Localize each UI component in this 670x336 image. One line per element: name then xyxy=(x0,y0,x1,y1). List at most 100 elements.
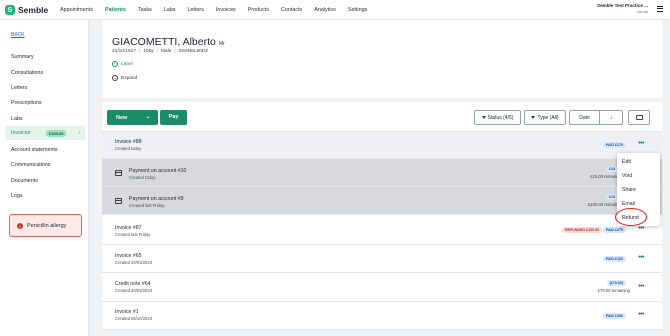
sidebar-item-consultations[interactable]: Consultations xyxy=(11,70,43,76)
patient-age: 105y xyxy=(143,49,154,54)
sidebar-item-communications[interactable]: Communications xyxy=(11,162,50,168)
row-subtitle: Created last Friday xyxy=(129,203,165,208)
list-item[interactable]: Payment on account #9 Created last Frida… xyxy=(102,187,662,215)
new-button-label: New xyxy=(116,114,128,121)
status-badge: PAID £100 xyxy=(602,256,626,262)
nav-products[interactable]: Products xyxy=(246,4,271,16)
sidebar-item-logs[interactable]: Logs xyxy=(11,193,23,199)
logo-mark-icon: S xyxy=(5,5,15,15)
list-item[interactable]: Credit note #64 Created 20/03/2023 (£70.… xyxy=(102,273,662,302)
sidebar-item-letters[interactable]: Letters xyxy=(11,85,27,91)
patient-meta: 21/10/1917 | 105y | Male | SS9N6L80DZ xyxy=(112,49,209,54)
semble-logo[interactable]: S Semble xyxy=(5,4,48,16)
more-options-icon[interactable]: ••• xyxy=(638,140,644,147)
row-title: Invoice #65 xyxy=(115,253,142,259)
status-badge: PAID £170 xyxy=(602,142,626,148)
row-title: Payment on account #10 xyxy=(129,168,187,174)
row-title: Credit note #64 xyxy=(115,281,151,287)
patient-header-card: GIACOMETTI, Alberto Mr 21/10/1917 | 105y | Ma… xyxy=(102,20,662,98)
alert-icon: ! xyxy=(17,223,23,229)
more-options-icon[interactable]: ••• xyxy=(638,283,644,290)
remaining-amount: £100.00 remaini xyxy=(587,202,618,207)
columns-settings-button[interactable] xyxy=(628,110,650,125)
status-filter-button[interactable]: Status (4/5) xyxy=(474,110,521,125)
hamburger-menu-icon[interactable] xyxy=(657,6,663,12)
list-item[interactable]: Invoice #87 Created last Friday REFUNDED… xyxy=(102,215,662,245)
patient-title: Mr xyxy=(218,41,225,47)
practice-switcher[interactable]: Semble Test Practice ... ola.ola xyxy=(597,3,648,14)
nav-settings[interactable]: Settings xyxy=(346,4,369,16)
list-item[interactable]: Invoice #65 Created 20/03/2023 PAID £100… xyxy=(102,245,662,273)
wallet-icon xyxy=(115,170,122,176)
nav-letters[interactable]: Letters xyxy=(185,4,205,16)
sort-direction-button[interactable]: ↓ xyxy=(599,110,623,125)
list-item[interactable]: Invoice #1 Created 06/10/2023 PAID £350 … xyxy=(102,302,662,330)
nav-analytics[interactable]: Analytics xyxy=(312,4,338,16)
row-subtitle: Created 20/03/2023 xyxy=(115,288,153,293)
remaining-amount: £70.00 remaining xyxy=(597,288,630,293)
row-subtitle: Created today xyxy=(129,175,156,180)
patient-name: GIACOMETTI, Alberto Mr xyxy=(112,36,225,48)
nav-tasks[interactable]: Tasks xyxy=(136,4,154,16)
sidebar-item-account-statements[interactable]: Account statements xyxy=(11,147,58,153)
row-subtitle: Created 06/10/2023 xyxy=(115,316,153,321)
patient-sex: Male xyxy=(160,49,172,54)
sidebar-item-invoices[interactable]: Invoices £165.00 › xyxy=(5,126,85,140)
allergy-alert[interactable]: ! Penicillin allergy xyxy=(9,214,82,237)
row-title: Invoice #1 xyxy=(115,309,139,315)
more-options-icon[interactable]: ••• xyxy=(638,311,644,318)
sort-date-button[interactable]: Date xyxy=(569,110,600,125)
back-link[interactable]: BACK xyxy=(11,32,25,38)
menu-item-email[interactable]: Email xyxy=(622,201,635,207)
wallet-icon xyxy=(115,198,122,204)
invoices-balance-badge: £165.00 xyxy=(46,129,67,137)
status-badge: PAID £350 xyxy=(602,313,626,319)
nav-contacts[interactable]: Contacts xyxy=(279,4,304,16)
list-item[interactable]: Payment on account #10 Created today £15… xyxy=(102,159,662,187)
menu-item-share[interactable]: Share xyxy=(622,187,636,193)
remaining-amount: £15.00 remaini xyxy=(590,174,618,179)
refund-highlight-circle xyxy=(615,208,647,226)
sidebar-item-documents[interactable]: Documents xyxy=(11,178,38,184)
filter-icon xyxy=(481,116,486,119)
refunded-badge: REFUNDED £150.00 xyxy=(562,227,602,233)
filter-icon xyxy=(531,116,536,119)
nav-appointments[interactable]: Appointments xyxy=(58,4,95,16)
allergy-text: Penicillin allergy xyxy=(27,223,67,229)
chevron-right-icon: › xyxy=(78,129,80,136)
more-options-icon[interactable]: ••• xyxy=(638,254,644,261)
top-navigation-bar: S Semble Appointments Patients Tasks Lab… xyxy=(0,0,670,20)
logo-text: Semble xyxy=(18,5,49,15)
sidebar-item-labs[interactable]: Labs xyxy=(11,116,23,122)
grid-icon xyxy=(635,115,643,120)
sort-date-label: Date xyxy=(579,114,590,121)
plus-icon: + xyxy=(112,60,118,67)
patient-sidebar: BACK Summary Consultations Letters Presc… xyxy=(0,20,89,336)
nav-invoices[interactable]: Invoices xyxy=(214,4,238,16)
pay-button[interactable]: Pay xyxy=(160,110,187,125)
status-badge: (£70.00) xyxy=(606,280,626,286)
chevron-down-icon: ⌄ xyxy=(112,74,118,81)
row-title: Payment on account #9 xyxy=(129,196,184,202)
menu-item-void[interactable]: Void xyxy=(622,173,632,179)
menu-item-edit[interactable]: Edit xyxy=(622,159,631,165)
expand-link[interactable]: ⌄ Expand xyxy=(112,75,137,81)
sidebar-item-prescriptions[interactable]: Prescriptions xyxy=(11,100,42,106)
more-options-icon[interactable]: ••• xyxy=(638,225,644,232)
patient-name-text: GIACOMETTI, Alberto xyxy=(112,36,216,48)
row-subtitle: Created today xyxy=(115,146,142,151)
status-filter-label: Status (4/5) xyxy=(487,114,514,121)
sidebar-item-summary[interactable]: Summary xyxy=(11,54,34,60)
practice-name: Semble Test Practice ... xyxy=(597,3,648,8)
arrow-down-icon: ↓ xyxy=(609,114,613,121)
new-button[interactable]: New ⌄ xyxy=(107,110,158,125)
nav-labs[interactable]: Labs xyxy=(162,4,178,16)
type-filter-button[interactable]: Type (All) xyxy=(524,110,566,125)
add-label-link[interactable]: + Label xyxy=(112,61,133,67)
list-item[interactable]: Invoice #88 Created today PAID £170 ••• xyxy=(102,132,662,159)
patient-id: SS9N6L80DZ xyxy=(178,49,209,54)
status-badge: PAID £270 xyxy=(602,227,626,233)
patient-dob: 21/10/1917 xyxy=(112,49,137,54)
row-title: Invoice #88 xyxy=(115,139,142,145)
nav-patients[interactable]: Patients xyxy=(103,4,128,16)
